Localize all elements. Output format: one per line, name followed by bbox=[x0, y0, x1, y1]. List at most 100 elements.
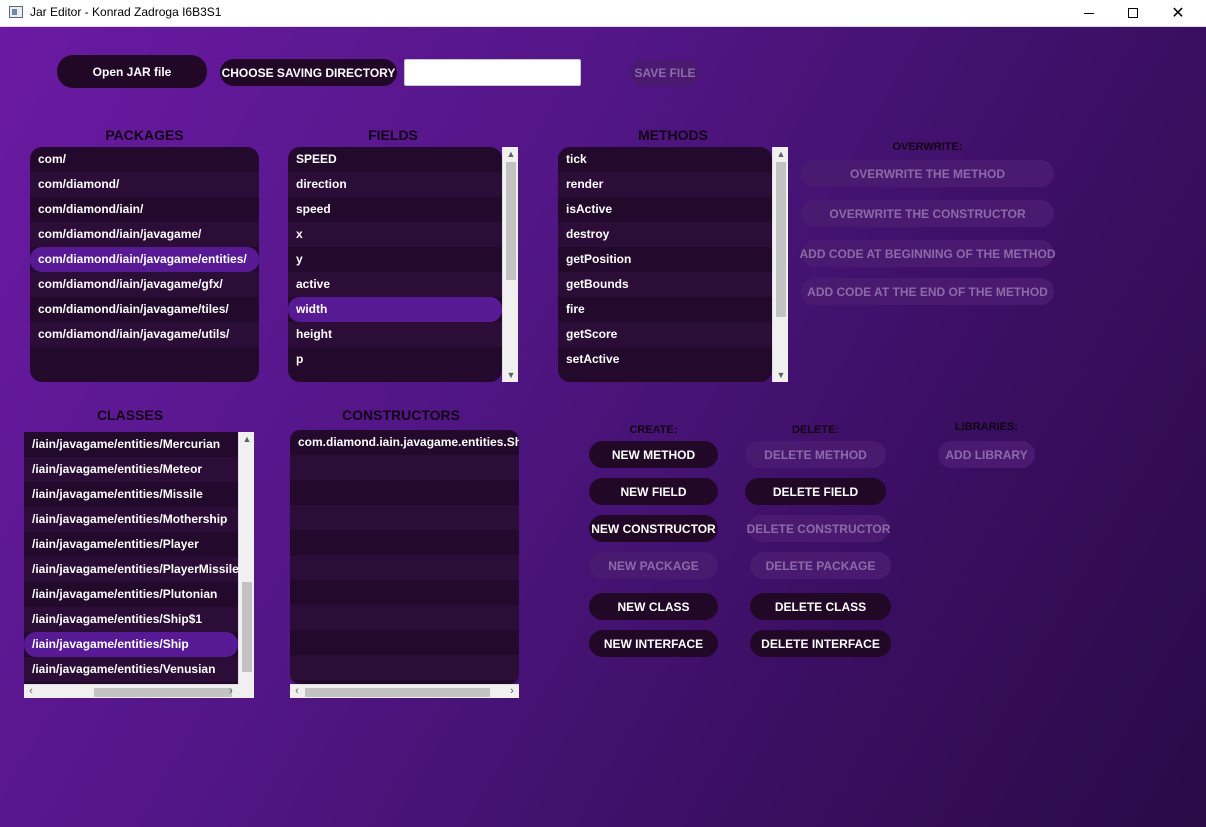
scroll-up-icon[interactable]: ▲ bbox=[773, 147, 789, 161]
methods-heading: METHODS bbox=[638, 127, 708, 143]
method-row[interactable]: getScore bbox=[558, 322, 772, 347]
packages-list[interactable]: com/com/diamond/com/diamond/iain/com/dia… bbox=[30, 147, 259, 382]
constructor-row[interactable] bbox=[290, 630, 519, 655]
packages-heading: PACKAGES bbox=[105, 127, 184, 143]
delete-constructor-button[interactable]: DELETE CONSTRUCTOR bbox=[747, 515, 890, 542]
field-row[interactable]: speed bbox=[288, 197, 502, 222]
classes-scrollbar[interactable]: ▲ bbox=[238, 432, 254, 684]
constructor-row[interactable] bbox=[290, 555, 519, 580]
package-row[interactable]: com/diamond/iain/javagame/gfx/ bbox=[30, 272, 259, 297]
overwrite-method-button[interactable]: OVERWRITE THE METHOD bbox=[801, 160, 1054, 187]
constructor-row[interactable] bbox=[290, 655, 519, 680]
field-row[interactable]: direction bbox=[288, 172, 502, 197]
add-code-begin-button[interactable]: ADD CODE AT BEGINNING OF THE METHOD bbox=[800, 240, 1056, 267]
close-icon: ✕ bbox=[1171, 5, 1185, 22]
method-row[interactable]: getBounds bbox=[558, 272, 772, 297]
minimize-button[interactable] bbox=[1066, 0, 1112, 26]
scroll-up-icon[interactable]: ▲ bbox=[239, 432, 255, 446]
choose-saving-directory-button[interactable]: CHOOSE SAVING DIRECTORY bbox=[220, 59, 397, 86]
scroll-left-icon[interactable]: ‹ bbox=[290, 685, 304, 699]
field-row[interactable]: SPEED bbox=[288, 147, 502, 172]
maximize-button[interactable] bbox=[1110, 0, 1156, 26]
class-row[interactable]: /iain/javagame/entities/Ship bbox=[24, 632, 238, 657]
field-row[interactable]: x bbox=[288, 222, 502, 247]
new-constructor-button[interactable]: NEW CONSTRUCTOR bbox=[589, 515, 718, 542]
field-row[interactable]: height bbox=[288, 322, 502, 347]
app-icon bbox=[9, 6, 23, 18]
overwrite-constructor-button[interactable]: OVERWRITE THE CONSTRUCTOR bbox=[801, 200, 1054, 227]
class-row[interactable]: /iain/javagame/entities/Mercurian bbox=[24, 432, 238, 457]
classes-hscroll-thumb[interactable] bbox=[94, 688, 232, 697]
constructor-row[interactable] bbox=[290, 505, 519, 530]
class-row[interactable]: /iain/javagame/entities/Venusian bbox=[24, 657, 238, 682]
new-class-button[interactable]: NEW CLASS bbox=[589, 593, 718, 620]
method-row[interactable]: isActive bbox=[558, 197, 772, 222]
saving-directory-input[interactable] bbox=[404, 59, 581, 86]
new-interface-button[interactable]: NEW INTERFACE bbox=[589, 630, 718, 657]
new-field-button[interactable]: NEW FIELD bbox=[589, 478, 718, 505]
class-row[interactable]: /iain/javagame/entities/Plutonian bbox=[24, 582, 238, 607]
package-row[interactable]: com/diamond/iain/ bbox=[30, 197, 259, 222]
method-row[interactable]: fire bbox=[558, 297, 772, 322]
scroll-down-icon[interactable]: ▼ bbox=[773, 368, 789, 382]
scroll-up-icon[interactable]: ▲ bbox=[503, 147, 519, 161]
method-row[interactable]: getPosition bbox=[558, 247, 772, 272]
field-row[interactable]: active bbox=[288, 272, 502, 297]
scroll-left-icon[interactable]: ‹ bbox=[24, 685, 38, 699]
constructors-hscrollbar[interactable]: ‹ › bbox=[290, 684, 519, 698]
package-row[interactable]: com/diamond/iain/javagame/ bbox=[30, 222, 259, 247]
package-row[interactable]: com/diamond/ bbox=[30, 172, 259, 197]
class-row[interactable]: /iain/javagame/entities/Ship$1 bbox=[24, 607, 238, 632]
classes-hscrollbar[interactable]: ‹ › bbox=[24, 684, 238, 698]
delete-field-button[interactable]: DELETE FIELD bbox=[745, 478, 886, 505]
constructor-row[interactable] bbox=[290, 580, 519, 605]
methods-scroll-thumb[interactable] bbox=[776, 162, 786, 317]
add-code-end-button[interactable]: ADD CODE AT THE END OF THE METHOD bbox=[801, 278, 1054, 305]
save-file-button[interactable]: SAVE FILE bbox=[630, 60, 700, 86]
method-row[interactable]: setActive bbox=[558, 347, 772, 372]
constructors-heading: CONSTRUCTORS bbox=[342, 407, 460, 423]
package-row[interactable]: com/ bbox=[30, 147, 259, 172]
package-row[interactable]: com/diamond/iain/javagame/utils/ bbox=[30, 322, 259, 347]
constructors-list[interactable]: com.diamond.iain.javagame.entities.Ship bbox=[290, 430, 519, 684]
delete-method-button[interactable]: DELETE METHOD bbox=[745, 441, 886, 468]
field-row[interactable]: width bbox=[288, 297, 502, 322]
add-library-button[interactable]: ADD LIBRARY bbox=[938, 441, 1035, 468]
methods-list[interactable]: tick render isActive destroy getPosition getB… bbox=[558, 147, 772, 382]
delete-package-button[interactable]: DELETE PACKAGE bbox=[750, 552, 891, 579]
field-row[interactable]: p bbox=[288, 347, 502, 372]
class-row[interactable]: /iain/javagame/entities/Missile bbox=[24, 482, 238, 507]
scroll-right-icon[interactable]: › bbox=[224, 685, 238, 699]
method-row[interactable]: render bbox=[558, 172, 772, 197]
classes-scroll-thumb[interactable] bbox=[242, 582, 252, 672]
scroll-right-icon[interactable]: › bbox=[505, 685, 519, 699]
constructor-row[interactable] bbox=[290, 530, 519, 555]
class-row[interactable]: /iain/javagame/entities/Mothership bbox=[24, 507, 238, 532]
delete-interface-button[interactable]: DELETE INTERFACE bbox=[750, 630, 891, 657]
package-row[interactable]: com/diamond/iain/javagame/entities/ bbox=[30, 247, 259, 272]
close-button[interactable]: ✕ bbox=[1155, 0, 1201, 26]
method-row[interactable]: tick bbox=[558, 147, 772, 172]
delete-class-button[interactable]: DELETE CLASS bbox=[750, 593, 891, 620]
new-package-button[interactable]: NEW PACKAGE bbox=[589, 552, 718, 579]
class-row[interactable]: /iain/javagame/entities/Meteor bbox=[24, 457, 238, 482]
constructor-row[interactable] bbox=[290, 480, 519, 505]
fields-list[interactable]: SPEED direction speed x y active width height p bbox=[288, 147, 502, 382]
fields-scroll-thumb[interactable] bbox=[506, 162, 516, 280]
scroll-down-icon[interactable]: ▼ bbox=[503, 368, 519, 382]
constructor-row[interactable] bbox=[290, 605, 519, 630]
package-row[interactable]: com/diamond/iain/javagame/tiles/ bbox=[30, 297, 259, 322]
method-row[interactable]: destroy bbox=[558, 222, 772, 247]
constructor-row[interactable] bbox=[290, 455, 519, 480]
class-row[interactable]: /iain/javagame/entities/PlayerMissile bbox=[24, 557, 238, 582]
methods-scrollbar[interactable]: ▲ ▼ bbox=[772, 147, 788, 382]
new-method-button[interactable]: NEW METHOD bbox=[589, 441, 718, 468]
classes-list[interactable]: /iain/javagame/entities/Mercurian/iain/j… bbox=[24, 432, 238, 684]
fields-scrollbar[interactable]: ▲ ▼ bbox=[502, 147, 518, 382]
field-row[interactable]: y bbox=[288, 247, 502, 272]
package-row[interactable] bbox=[30, 347, 259, 372]
constructors-hscroll-thumb[interactable] bbox=[305, 688, 490, 697]
open-jar-button[interactable]: Open JAR file bbox=[57, 55, 207, 88]
constructor-row[interactable]: com.diamond.iain.javagame.entities.Ship bbox=[290, 430, 519, 455]
class-row[interactable]: /iain/javagame/entities/Player bbox=[24, 532, 238, 557]
